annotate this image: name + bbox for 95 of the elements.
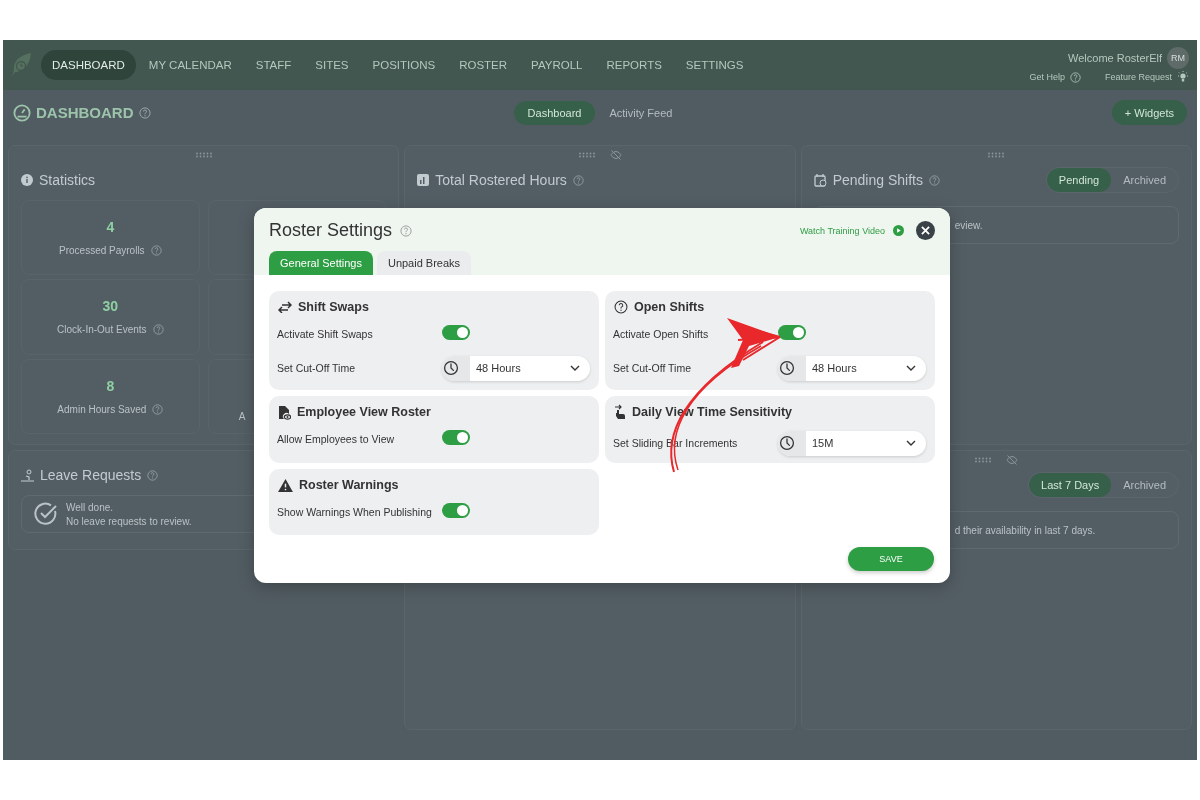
toggle-switch[interactable]	[442, 502, 470, 518]
setting-label: Allow Employees to View	[277, 432, 396, 447]
empty-message: No leave requests to review.	[66, 515, 192, 527]
setting-label: Set Cut-Off Time	[613, 361, 692, 376]
eye-slash-icon	[610, 150, 622, 160]
help-link[interactable]: Get Help	[1029, 72, 1065, 82]
pointing-hand-icon	[614, 404, 626, 420]
filter-tab[interactable]: Dashboard	[513, 100, 596, 125]
filter-tab[interactable]: Last 7 Days	[1029, 473, 1112, 497]
settings-tab[interactable]: Unpaid Breaks	[376, 251, 472, 275]
section-title: Shift Swaps	[298, 300, 369, 314]
save-button[interactable]: SAVE	[848, 547, 934, 571]
stat-label: Clock-In-Out Events	[57, 324, 147, 336]
chart-icon	[417, 174, 430, 186]
nav-item[interactable]: MY CALENDAR	[137, 50, 243, 80]
empty-message: d their availability in last 7 days.	[954, 524, 1096, 536]
feature-request-link[interactable]: Feature Request	[1104, 72, 1172, 82]
stat-label: Admin Hours Saved	[57, 403, 147, 415]
chevron-down-icon	[570, 365, 580, 371]
panel-title: Statistics	[39, 172, 95, 188]
stat-label: Processed Payrolls	[59, 245, 145, 257]
help-icon	[152, 403, 164, 415]
eye-slash-icon	[1006, 455, 1019, 465]
help-icon	[150, 245, 162, 257]
help-icon	[147, 469, 159, 481]
gauge-icon	[13, 103, 31, 122]
filter-tab[interactable]: Pending	[1046, 168, 1112, 192]
warning-icon	[278, 478, 293, 492]
toggle-switch[interactable]	[442, 324, 470, 340]
user-avatar[interactable]: RM	[1167, 47, 1189, 69]
message-title: Well done.	[66, 501, 115, 513]
toggle-switch[interactable]	[442, 429, 470, 445]
panel-title: Pending Shifts	[832, 172, 923, 188]
welcome-text: Welcome RosterElf	[1068, 52, 1162, 64]
stat-value: 4	[106, 219, 115, 236]
swap-arrows-icon	[278, 301, 292, 313]
check-circle-icon	[34, 502, 58, 526]
info-icon	[21, 174, 33, 186]
chevron-down-icon	[906, 365, 916, 371]
nav-item[interactable]: REPORTS	[595, 50, 673, 80]
person-at-desk-icon	[21, 468, 34, 482]
nav-item[interactable]: SETTINGS	[674, 50, 755, 80]
nav-item[interactable]: PAYROLL	[520, 50, 594, 80]
drag-handle-icon	[987, 152, 1006, 158]
panel-title: Total Rostered Hours	[435, 172, 567, 188]
clock-icon	[779, 360, 795, 376]
clock-icon	[443, 360, 459, 376]
setting-label: Activate Open Shifts	[613, 327, 710, 342]
training-video-link[interactable]: Watch Training Video	[799, 225, 885, 236]
drag-handle-icon	[578, 152, 596, 158]
close-x-icon	[921, 226, 930, 235]
time-select[interactable]: 15M	[778, 430, 926, 456]
setting-label: Set Cut-Off Time	[277, 361, 356, 376]
help-icon	[614, 300, 628, 314]
help-icon	[572, 174, 584, 186]
time-select[interactable]: 48 Hours	[442, 355, 590, 381]
drag-handle-icon	[194, 152, 213, 158]
page-title: DASHBOARD	[36, 104, 134, 121]
clock-icon	[779, 435, 795, 451]
stat-value: 30	[102, 298, 119, 315]
section-title: Employee View Roster	[297, 405, 431, 419]
document-eye-icon	[278, 404, 291, 420]
help-icon	[400, 224, 413, 237]
setting-label: Activate Shift Swaps	[277, 327, 374, 342]
settings-tab[interactable]: General Settings	[269, 251, 373, 275]
stat-label: A	[238, 411, 246, 422]
time-select[interactable]: 48 Hours	[778, 355, 926, 381]
filter-tab[interactable]: Archived	[1111, 473, 1178, 497]
panel-title: Leave Requests	[40, 467, 142, 483]
dialog-title: Roster Settings	[269, 220, 393, 241]
chevron-down-icon	[906, 440, 916, 446]
nav-item[interactable]: DASHBOARD	[41, 50, 136, 80]
section-title: Open Shifts	[634, 300, 705, 314]
stat-value: 8	[106, 377, 115, 394]
add-widgets-button[interactable]: + Widgets	[1111, 100, 1187, 125]
nav-item[interactable]: SITES	[304, 50, 360, 80]
help-icon	[152, 324, 164, 336]
filter-tab[interactable]: Archived	[1111, 168, 1178, 192]
nav-item[interactable]: ROSTER	[448, 50, 519, 80]
setting-label: Show Warnings When Publishing	[277, 505, 433, 520]
filter-tab[interactable]: Activity Feed	[595, 100, 687, 125]
nav-item[interactable]: POSITIONS	[361, 50, 447, 80]
calendar-clock-icon	[813, 173, 827, 187]
play-circle-icon	[893, 225, 904, 236]
help-icon	[138, 106, 151, 119]
toggle-switch[interactable]	[778, 324, 806, 340]
leaf-clock-logo-icon	[11, 52, 33, 78]
close-button[interactable]	[916, 221, 935, 240]
help-icon	[1069, 71, 1081, 83]
empty-message: eview.	[954, 219, 983, 231]
light-bulb-icon	[1177, 71, 1189, 83]
section-title: Roster Warnings	[299, 478, 399, 492]
drag-handle-icon	[974, 457, 993, 463]
help-icon	[928, 174, 940, 186]
nav-item[interactable]: STAFF	[244, 50, 303, 80]
